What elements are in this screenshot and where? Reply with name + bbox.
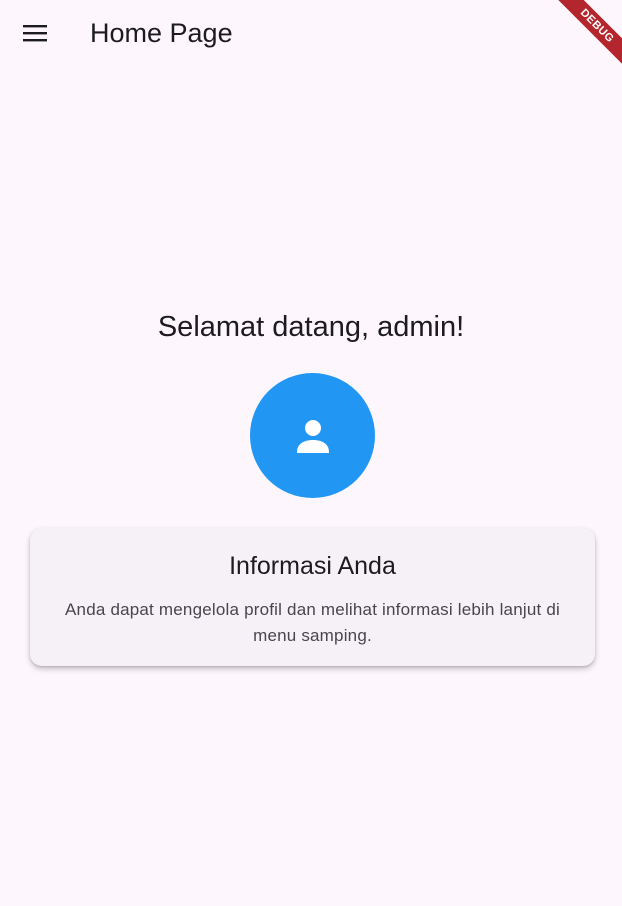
person-icon: [296, 419, 329, 453]
avatar: [250, 373, 375, 498]
info-card-body: Anda dapat mengelola profil dan melihat …: [65, 600, 560, 645]
info-card-title: Informasi Anda: [229, 552, 396, 580]
main-content: Selamat datang, admin! Informasi Anda An…: [0, 0, 622, 906]
info-card: Informasi Anda Anda dapat mengelola prof…: [30, 528, 595, 666]
welcome-heading: Selamat datang, admin!: [157, 311, 465, 343]
